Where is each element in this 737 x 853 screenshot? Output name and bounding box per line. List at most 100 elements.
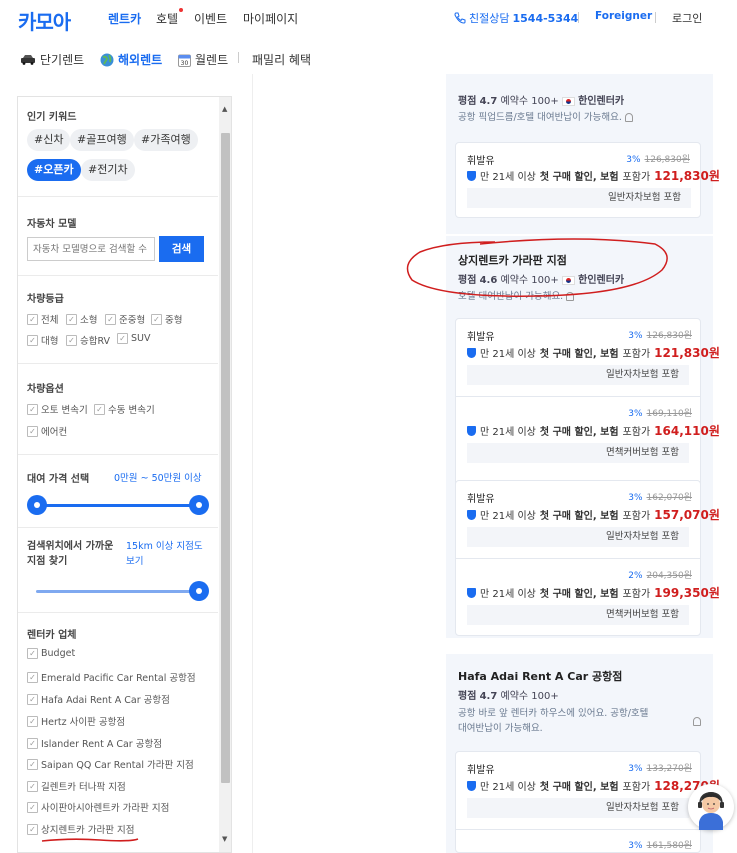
offer-condition: 만 21세 이상 첫 구매 할인, 보험 포함가 164,110원 [467, 422, 720, 439]
offer-row-3[interactable]: 휘발유 3% 162,070원 만 21세 이상 첫 구매 할인, 보험 포함가 157… [456, 481, 720, 558]
scroll-down-icon[interactable]: ▼ [222, 835, 227, 843]
checkbox-icon: ✓ [27, 403, 38, 415]
discount-info: 3% 169,110원 [628, 406, 692, 419]
foreigner-link[interactable]: Foreigner [595, 10, 652, 22]
grade-van-checkbox[interactable]: ✓ 승합RV [66, 333, 110, 347]
option-manual-checkbox[interactable]: ✓ 수동 변속기 [94, 402, 155, 416]
fuel-type: 휘발유 [467, 494, 495, 505]
model-search-button[interactable]: 검색 [159, 236, 204, 262]
shield-icon [467, 347, 476, 358]
discount-info: 3% 133,270원 [628, 761, 692, 774]
vendor-islander-checkbox[interactable]: ✓ Islander Rent A Car 공항점 [27, 736, 162, 750]
price-min: 0만원 [114, 473, 138, 484]
model-search-input[interactable] [27, 237, 155, 261]
discount-info: 3% 126,830원 [628, 328, 692, 341]
red-underline-annotation [41, 838, 139, 842]
grade-small-checkbox[interactable]: ✓ 소형 [66, 312, 97, 326]
checkbox-icon: ✓ [27, 648, 38, 659]
distance-slider-track[interactable] [36, 590, 199, 593]
discount-rate: 2% [628, 571, 643, 581]
offer-condition: 만 21세 이상 첫 구매 할인, 보험 포함가 121,830원 [467, 167, 720, 184]
first-discount: 첫 구매 할인, 보험 [539, 427, 619, 438]
keyword-chip-family[interactable]: #가족여행 [134, 129, 198, 151]
age-condition: 만 21세 이상 [480, 349, 536, 360]
grade-all-checkbox[interactable]: ✓ 전체 [27, 312, 58, 326]
shield-icon [467, 425, 476, 436]
checkbox-icon: ✓ [27, 334, 38, 346]
checkbox-icon: ✓ [27, 737, 38, 749]
checkbox-icon: ✓ [27, 425, 38, 437]
subnav-short-rent[interactable]: 단기렌트 [20, 51, 84, 68]
first-discount: 첫 구매 할인, 보험 [539, 782, 619, 793]
grade-suv-label: SUV [131, 333, 151, 344]
vendor-label: 길렌트카 터나팍 지점 [41, 782, 126, 793]
subnav-family-benefit[interactable]: 패밀리 혜택 [252, 51, 311, 68]
grade-large-label: 대형 [41, 336, 59, 347]
vendor-qq-checkbox[interactable]: ✓ Saipan QQ Car Rental 가라판 지점 [27, 757, 194, 771]
checkbox-icon: ✓ [27, 671, 38, 683]
scroll-up-icon[interactable]: ▲ [222, 105, 227, 113]
included-label: 포함가 [622, 589, 651, 600]
vendor-emerald-checkbox[interactable]: ✓ Emerald Pacific Car Rental 공항점 [27, 670, 196, 684]
vendor-gil-checkbox[interactable]: ✓ 길렌트카 터나팍 지점 [27, 779, 126, 793]
first-discount: 첫 구매 할인, 보험 [539, 589, 619, 600]
vendor-budget-checkbox[interactable]: ✓ Budget [27, 648, 75, 659]
vendor-label: Emerald Pacific Car Rental 공항점 [41, 673, 196, 684]
checkbox-icon: ✓ [27, 715, 38, 727]
insurance-label: 일반자차보험 포함 [467, 527, 689, 547]
subnav-monthly-rent[interactable]: 30 월렌트 [178, 51, 228, 68]
person-icon [693, 717, 701, 726]
distance-handle[interactable] [189, 581, 209, 601]
keyword-chip-golf[interactable]: #골프여행 [70, 129, 134, 151]
nav-rentcar[interactable]: 렌트카 [108, 10, 141, 27]
sidebar-scrollbar[interactable]: ▲ ▼ [219, 97, 231, 852]
price-max-handle[interactable] [189, 495, 209, 515]
shop-hafa-note-line2: 대여반납이 가능해요. [458, 723, 543, 734]
first-discount: 첫 구매 할인, 보험 [539, 511, 619, 522]
grade-mid-checkbox[interactable]: ✓ 중형 [151, 312, 182, 326]
subnav-overseas-rent[interactable]: 해외렌트 [100, 51, 162, 68]
grade-compact-checkbox[interactable]: ✓ 준중형 [105, 312, 145, 326]
keyword-chip-open-car[interactable]: #오픈카 [27, 159, 81, 181]
content-divider [252, 74, 253, 853]
included-label: 포함가 [622, 427, 651, 438]
discount-rate: 3% [628, 331, 643, 341]
fuel-type: 휘발유 [467, 156, 495, 167]
final-price: 157,070원 [654, 508, 720, 522]
vendor-sangji-checkbox[interactable]: ✓ 상지렌트카 가라판 지점 [27, 822, 134, 836]
vendor-title: 렌터카 업체 [27, 630, 77, 641]
chat-support-button[interactable] [688, 784, 734, 830]
checkbox-icon: ✓ [66, 334, 77, 346]
vendor-hafa-checkbox[interactable]: ✓ Hafa Adai Rent A Car 공항점 [27, 692, 170, 706]
login-link[interactable]: 로그인 [672, 10, 702, 26]
grade-large-checkbox[interactable]: ✓ 대형 [27, 333, 58, 347]
grade-mid-label: 중형 [165, 315, 183, 326]
kamoa-logo[interactable]: 카모아 [18, 6, 71, 35]
option-auto-checkbox[interactable]: ✓ 오토 변속기 [27, 402, 88, 416]
age-condition: 만 21세 이상 [480, 172, 536, 183]
shop-name[interactable]: Hafa Adai Rent A Car 공항점 [458, 668, 622, 684]
option-auto-label: 오토 변속기 [41, 405, 88, 416]
nav-event[interactable]: 이벤트 [194, 10, 227, 27]
discount-rate: 3% [628, 841, 643, 851]
scrollbar-thumb[interactable] [221, 133, 230, 783]
keyword-chip-ev[interactable]: #전기차 [81, 159, 135, 181]
rating-value: 4.7 [479, 691, 498, 702]
vendor-hertz-checkbox[interactable]: ✓ Hertz 사이판 공항점 [27, 714, 125, 728]
offer-row-4[interactable]: 2% 204,350원 만 21세 이상 첫 구매 할인, 보험 포함가 199,350… [456, 559, 720, 636]
offer-row-1[interactable]: 휘발유 3% 126,830원 만 21세 이상 첫 구매 할인, 보험 포함가 121… [456, 319, 720, 396]
option-aircon-checkbox[interactable]: ✓ 에어컨 [27, 424, 67, 438]
price-min-handle[interactable] [27, 495, 47, 515]
grade-suv-checkbox[interactable]: ✓ SUV [117, 333, 150, 344]
keyword-chip-new-car[interactable]: #신차 [27, 129, 71, 151]
phone-consult[interactable]: 친절상담 1544-5344 [454, 10, 578, 26]
offer-row-5[interactable]: 휘발유 3% 133,270원 만 21세 이상 첫 구매 할인, 보험 포함가 128… [456, 752, 720, 829]
nav-hotel[interactable]: 호텔 [156, 8, 184, 27]
offer-row-2[interactable]: 3% 169,110원 만 21세 이상 첫 구매 할인, 보험 포함가 164,110… [456, 397, 720, 474]
price-slider-track[interactable] [36, 504, 199, 507]
nav-mypage[interactable]: 마이페이지 [243, 10, 298, 27]
offer-card-0[interactable]: 휘발유 3% 126,830원 만 21세 이상 첫 구매 할인, 보험 포함가 121… [455, 142, 720, 218]
option-aircon-label: 에어컨 [41, 427, 68, 438]
final-price: 121,830원 [654, 169, 720, 183]
vendor-asia-checkbox[interactable]: ✓ 사이판아시아렌트카 가라판 지점 [27, 800, 169, 814]
